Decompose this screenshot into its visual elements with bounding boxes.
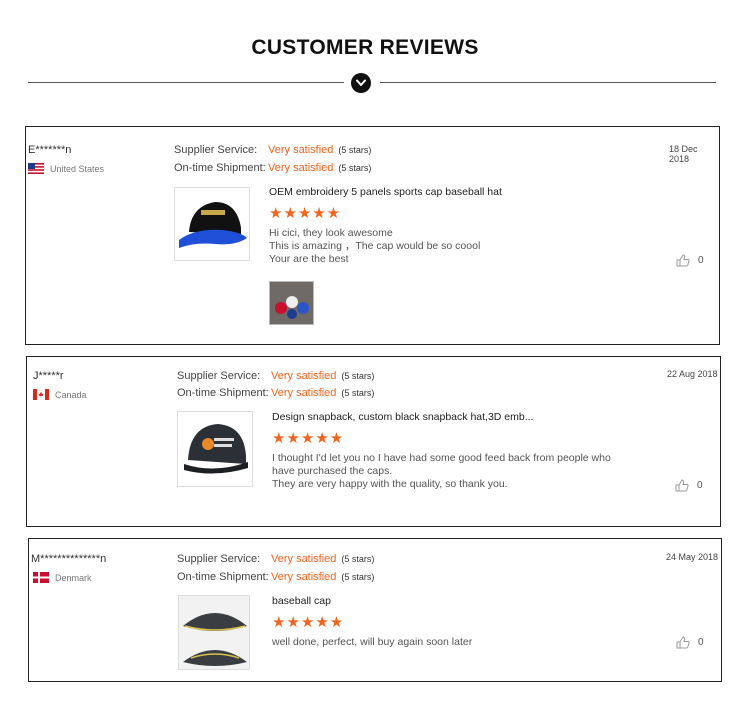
supplier-value: Very satisfied (271, 553, 337, 565)
shipment-label: On-time Shipment: (177, 571, 269, 583)
supplier-label: Supplier Service: (177, 370, 261, 382)
thumbs-up-icon (676, 254, 690, 267)
divider-left (28, 82, 344, 83)
comment-line: Hi cici, they look awesome (269, 227, 393, 239)
supplier-service-row: Supplier Service: Very satisfied (5 stars) (177, 553, 374, 565)
shipment-value: Very satisfied (268, 162, 334, 174)
product-title[interactable]: Design snapback, custom black snapback h… (272, 411, 533, 423)
country-label: Denmark (55, 572, 92, 583)
comment-line: well done, perfect, will buy again soon … (272, 636, 473, 648)
product-rating-stars: ★★★★★ (272, 614, 345, 631)
thumbs-up-icon (676, 636, 690, 649)
product-thumbnail[interactable] (177, 411, 253, 487)
country-label: Canada (55, 389, 87, 400)
reviewer-name: J*****r (33, 370, 64, 382)
shipment-value: Very satisfied (271, 571, 337, 583)
comment-line: Your are the best (269, 253, 349, 265)
reviewer-country: Canada (33, 389, 87, 400)
comment-line: This is amazing ，The cap would be so coo… (269, 240, 481, 252)
canada-flag-icon (33, 389, 49, 400)
shipment-label: On-time Shipment: (174, 162, 266, 174)
shipment-value: Very satisfied (271, 387, 337, 399)
product-title[interactable]: baseball cap (272, 595, 331, 607)
supplier-service-row: Supplier Service: Very satisfied (5 stars) (177, 370, 374, 382)
page-title: CUSTOMER REVIEWS (251, 36, 479, 59)
review-comment: Hi cici, they look awesome This is amazi… (269, 227, 629, 266)
product-thumbnail[interactable] (178, 595, 250, 670)
like-count: 0 (697, 480, 703, 491)
review-card: J*****r Canada Supplier Service: Very sat… (26, 356, 721, 527)
like-count: 0 (698, 255, 704, 266)
supplier-stars: (5 stars) (341, 554, 375, 564)
review-date: 22 Aug 2018 (667, 369, 718, 379)
product-rating-stars: ★★★★★ (269, 205, 342, 222)
like-button[interactable]: 0 (675, 479, 703, 492)
country-label: United States (50, 163, 105, 174)
review-card: E*******n United States Supplier Service… (25, 126, 720, 345)
shipment-stars: (5 stars) (338, 163, 372, 173)
like-button[interactable]: 0 (676, 636, 704, 649)
reviewer-country: Denmark (33, 572, 92, 583)
like-button[interactable]: 0 (676, 254, 704, 267)
product-title[interactable]: OEM embroidery 5 panels sports cap baseb… (269, 186, 502, 198)
shipment-label: On-time Shipment: (177, 387, 269, 399)
shipment-stars: (5 stars) (341, 572, 375, 582)
supplier-label: Supplier Service: (177, 553, 261, 565)
shipment-row: On-time Shipment: Very satisfied (5 stars) (177, 387, 374, 399)
comment-line: I thought I'd let you no I have had some… (272, 452, 611, 477)
comment-line: They are very happy with the quality, so… (272, 478, 508, 490)
review-photo[interactable] (269, 281, 314, 325)
review-comment: well done, perfect, will buy again soon … (272, 636, 632, 649)
shipment-row: On-time Shipment: Very satisfied (5 stars) (177, 571, 374, 583)
review-date: 24 May 2018 (666, 552, 719, 562)
thumbs-up-icon (675, 479, 689, 492)
supplier-stars: (5 stars) (341, 371, 375, 381)
supplier-value: Very satisfied (271, 370, 337, 382)
chevron-down-icon[interactable] (351, 73, 371, 93)
review-date: 18 Dec 2018 (669, 144, 698, 164)
shipment-stars: (5 stars) (341, 388, 375, 398)
reviewer-name: M**************n (31, 553, 107, 565)
reviewer-name: E*******n (28, 144, 72, 156)
divider-right (380, 82, 716, 83)
reviewer-country: United States (28, 163, 104, 174)
supplier-stars: (5 stars) (338, 145, 372, 155)
supplier-value: Very satisfied (268, 144, 334, 156)
review-card: M**************n Denmark Supplier Servic… (28, 538, 722, 682)
like-count: 0 (698, 637, 704, 648)
us-flag-icon (28, 163, 44, 174)
denmark-flag-icon (33, 572, 49, 583)
review-comment: I thought I'd let you no I have had some… (272, 452, 632, 491)
supplier-service-row: Supplier Service: Very satisfied (5 stars) (174, 144, 371, 156)
product-rating-stars: ★★★★★ (272, 430, 345, 447)
shipment-row: On-time Shipment: Very satisfied (5 stars) (174, 162, 371, 174)
supplier-label: Supplier Service: (174, 144, 258, 156)
product-thumbnail[interactable] (174, 187, 250, 261)
